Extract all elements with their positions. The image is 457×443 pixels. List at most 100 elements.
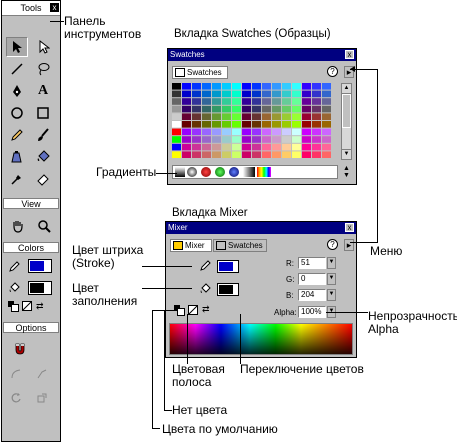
swatch-cell[interactable] xyxy=(252,136,261,143)
swatch-cell[interactable] xyxy=(212,128,221,136)
swatch-cell[interactable] xyxy=(312,105,321,113)
swatch-cell[interactable] xyxy=(252,83,261,90)
swap-colors-icon[interactable]: ⇄ xyxy=(36,301,46,311)
swatch-cell[interactable] xyxy=(192,113,201,120)
swatch-cell[interactable] xyxy=(282,136,291,143)
swatch-cell[interactable] xyxy=(282,121,291,128)
mixer-no-color-icon[interactable] xyxy=(188,305,198,315)
swatch-cell[interactable] xyxy=(192,98,201,105)
swatch-cell[interactable] xyxy=(212,90,221,98)
swatch-cell[interactable] xyxy=(302,105,311,113)
pencil-tool-icon[interactable] xyxy=(6,125,28,145)
swatch-cell[interactable] xyxy=(272,143,281,151)
hand-tool-icon[interactable] xyxy=(7,216,29,236)
swatch-cell[interactable] xyxy=(212,143,221,151)
pen-tool-icon[interactable] xyxy=(6,81,28,101)
swatches-close-button[interactable]: x xyxy=(345,50,354,59)
swatch-cell[interactable] xyxy=(232,98,241,105)
stroke-color-swatch[interactable] xyxy=(28,259,52,273)
swatch-cell[interactable] xyxy=(172,90,181,98)
swatch-cell[interactable] xyxy=(182,98,191,105)
swatch-cell[interactable] xyxy=(312,113,321,120)
swatch-cell[interactable] xyxy=(272,121,281,128)
swatch-cell[interactable] xyxy=(212,121,221,128)
swatch-cell[interactable] xyxy=(252,105,261,113)
swatch-cell[interactable] xyxy=(282,113,291,120)
toolbox-close-button[interactable]: x xyxy=(50,3,59,12)
swatch-cell[interactable] xyxy=(182,90,191,98)
swatch-cell[interactable] xyxy=(292,151,301,158)
swatch-cell[interactable] xyxy=(192,128,201,136)
swatch-cell[interactable] xyxy=(182,128,191,136)
swatch-cell[interactable] xyxy=(292,128,301,136)
swatch-cell[interactable] xyxy=(272,151,281,158)
swatch-cell[interactable] xyxy=(242,83,251,90)
swatch-cell[interactable] xyxy=(242,113,251,120)
swatch-cell[interactable] xyxy=(302,113,311,120)
swatches-help-icon[interactable]: ? xyxy=(327,66,338,77)
text-tool-icon[interactable]: A xyxy=(32,81,54,101)
swatch-cell[interactable] xyxy=(202,98,211,105)
swatch-cell[interactable] xyxy=(222,105,231,113)
lasso-tool-icon[interactable] xyxy=(32,59,54,79)
swatch-cell[interactable] xyxy=(212,98,221,105)
swatch-cell[interactable] xyxy=(222,128,231,136)
swatch-cell[interactable] xyxy=(242,98,251,105)
swatch-cell[interactable] xyxy=(172,151,181,158)
ink-bottle-tool-icon[interactable] xyxy=(6,147,28,167)
swatch-cell[interactable] xyxy=(172,136,181,143)
swatch-cell[interactable] xyxy=(232,105,241,113)
swatch-cell[interactable] xyxy=(292,90,301,98)
b-dropdown-icon[interactable]: ▼ xyxy=(327,289,336,301)
swatch-cell[interactable] xyxy=(222,83,231,90)
fill-color-swatch[interactable] xyxy=(28,281,52,295)
swatch-cell[interactable] xyxy=(172,105,181,113)
swatch-cell[interactable] xyxy=(172,113,181,120)
swatch-cell[interactable] xyxy=(222,121,231,128)
swatches-tab[interactable]: Swatches xyxy=(172,66,228,79)
swatch-cell[interactable] xyxy=(322,143,331,151)
swatch-cell[interactable] xyxy=(232,121,241,128)
r-input[interactable]: 51 xyxy=(298,257,326,269)
swatch-cell[interactable] xyxy=(282,128,291,136)
swatch-cell[interactable] xyxy=(192,143,201,151)
swatch-cell[interactable] xyxy=(192,136,201,143)
swatch-cell[interactable] xyxy=(202,143,211,151)
swatch-cell[interactable] xyxy=(212,105,221,113)
zoom-tool-icon[interactable] xyxy=(33,216,55,236)
swatch-grid[interactable] xyxy=(172,83,340,161)
swatch-cell[interactable] xyxy=(282,151,291,158)
swatch-cell[interactable] xyxy=(182,83,191,90)
default-colors-icon[interactable] xyxy=(8,301,19,312)
swatch-cell[interactable] xyxy=(242,143,251,151)
swatch-cell[interactable] xyxy=(312,128,321,136)
mixer-swatches-tab[interactable]: Swatches xyxy=(213,239,267,252)
swatch-cell[interactable] xyxy=(272,90,281,98)
swatch-cell[interactable] xyxy=(182,105,191,113)
swatch-cell[interactable] xyxy=(262,90,271,98)
swatch-cell[interactable] xyxy=(252,98,261,105)
swatch-cell[interactable] xyxy=(202,136,211,143)
swatch-cell[interactable] xyxy=(272,98,281,105)
gradient-swatch-blue[interactable] xyxy=(229,167,239,177)
swatch-cell[interactable] xyxy=(182,136,191,143)
swatch-cell[interactable] xyxy=(312,151,321,158)
swatch-cell[interactable] xyxy=(292,143,301,151)
swatch-cell[interactable] xyxy=(322,90,331,98)
swatch-cell[interactable] xyxy=(322,136,331,143)
swatch-cell[interactable] xyxy=(322,121,331,128)
swatch-cell[interactable] xyxy=(262,121,271,128)
arrow-tool-icon[interactable] xyxy=(6,37,28,57)
b-input[interactable]: 204 xyxy=(298,289,326,301)
g-input[interactable]: 0 xyxy=(298,273,326,285)
gradient-swatch-rainbow[interactable] xyxy=(257,167,271,177)
gradient-swatch-bw[interactable] xyxy=(175,167,185,177)
swatch-cell[interactable] xyxy=(302,98,311,105)
swatch-cell[interactable] xyxy=(172,128,181,136)
swatch-cell[interactable] xyxy=(282,98,291,105)
mixer-tab[interactable]: Mixer xyxy=(170,239,212,252)
swatch-cell[interactable] xyxy=(292,121,301,128)
swatch-cell[interactable] xyxy=(172,121,181,128)
swatch-cell[interactable] xyxy=(172,98,181,105)
swatch-cell[interactable] xyxy=(202,121,211,128)
